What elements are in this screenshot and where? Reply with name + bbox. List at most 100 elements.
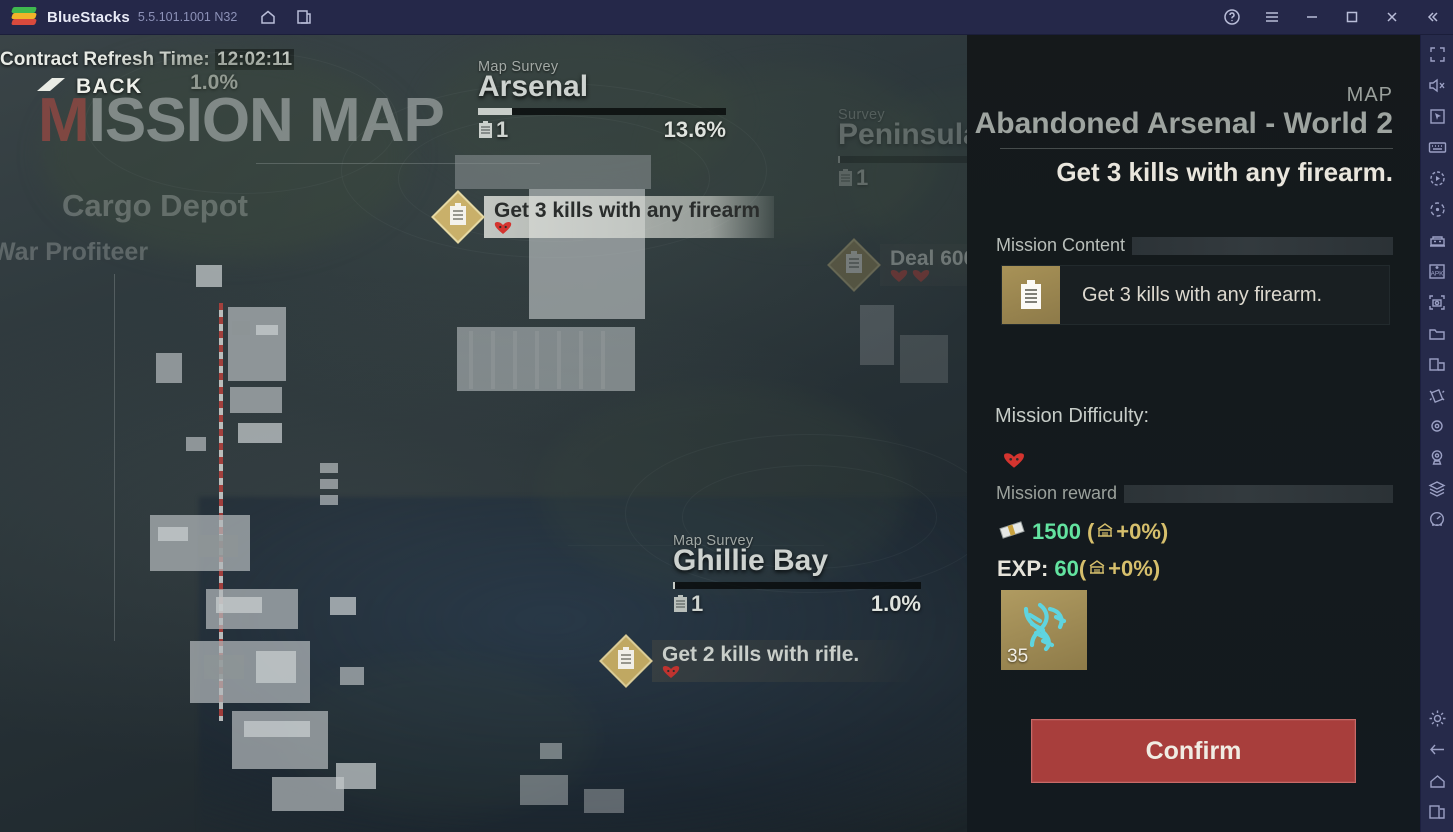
bluestacks-logo-icon [11, 7, 37, 27]
skull-icon [1004, 453, 1024, 468]
survey-kicker: Map Survey [478, 59, 559, 75]
mission-card-text: Get 3 kills with any firearm [494, 199, 761, 222]
page-title-initial: M [38, 86, 90, 155]
collapse-icon[interactable] [1417, 2, 1447, 32]
shake-icon[interactable] [1423, 380, 1452, 411]
survey-mission-count: 1 [691, 590, 704, 616]
confirm-button-label: Confirm [1145, 736, 1242, 765]
banknote-icon [999, 519, 1025, 545]
recents-nav-icon[interactable] [1423, 796, 1452, 827]
mission-card-difficulty [662, 665, 896, 679]
bluestacks-sidebar: APK [1420, 35, 1453, 832]
mission-content-label: Mission Content [996, 235, 1126, 255]
survey-progress-percent: 1.0% [870, 590, 921, 616]
performance-icon[interactable] [1423, 504, 1452, 535]
fullscreen-icon[interactable] [1423, 39, 1452, 70]
reward-item-quantity: 35 [1007, 646, 1029, 667]
mission-card-badge [599, 634, 653, 688]
reward-item-tile[interactable]: 35 [1001, 590, 1087, 670]
menu-icon[interactable] [1257, 2, 1287, 32]
survey-name: Ghillie Bay [673, 544, 829, 577]
rotate-icon[interactable] [1423, 194, 1452, 225]
mission-card-text: Get 2 kills with rifle. [662, 643, 860, 666]
survey-progress-bar [478, 107, 726, 115]
webcam-icon[interactable] [1423, 442, 1452, 473]
reward-exp-bonus-open: ( [1078, 556, 1087, 581]
macro-icon[interactable] [1423, 163, 1452, 194]
home-nav-icon[interactable] [1423, 765, 1452, 796]
reward-exp-amount: 60 [1054, 556, 1079, 581]
keyboard-icon[interactable] [1423, 132, 1452, 163]
multi-window-icon[interactable] [1423, 349, 1452, 380]
panel-kicker: MAP [1346, 84, 1393, 106]
mission-card-arsenal[interactable]: Get 3 kills with any firearm [431, 190, 775, 244]
mission-reward-header: Mission reward [996, 483, 1393, 504]
close-icon[interactable] [1377, 2, 1407, 32]
reward-exp-label: EXP: [997, 556, 1049, 581]
location-icon[interactable] [1423, 411, 1452, 442]
reward-currency-amount: 1500 [1032, 519, 1081, 544]
skull-icon [890, 270, 908, 282]
screenshot-icon[interactable] [1423, 287, 1452, 318]
mission-difficulty-skulls [1003, 452, 1025, 469]
pointer-icon[interactable] [1423, 101, 1452, 132]
mission-card-badge [431, 190, 485, 244]
titlebar: BlueStacks 5.5.101.1001 N32 [0, 0, 1453, 35]
clipboard-icon [1002, 266, 1060, 324]
svg-text:APK: APK [1431, 271, 1445, 278]
base-icon [1087, 556, 1107, 582]
home-icon[interactable] [253, 2, 283, 32]
clipboard-icon [448, 202, 468, 232]
survey-mission-count: 1 [496, 116, 509, 142]
app-name: BlueStacks [47, 8, 130, 26]
minimize-icon[interactable] [1297, 2, 1327, 32]
mission-difficulty-label: Mission Difficulty: [995, 405, 1150, 427]
panel-title: Abandoned Arsenal - World 2 [974, 107, 1393, 140]
clipboard-icon [616, 646, 636, 676]
survey-node-arsenal[interactable]: Map Survey Arsenal 1 13.6% [478, 59, 726, 143]
skull-icon [494, 222, 512, 234]
confirm-button[interactable]: Confirm [1031, 719, 1356, 783]
survey-kicker: Map Survey [673, 533, 754, 549]
mission-content-header: Mission Content [996, 235, 1393, 256]
reward-exp-bonus-value: +0%) [1108, 556, 1161, 581]
reward-currency-row: 1500 ( +0%) [999, 519, 1168, 545]
clipboard-icon [478, 120, 493, 139]
gamepad-icon[interactable] [1423, 225, 1452, 256]
maximize-icon[interactable] [1337, 2, 1367, 32]
clipboard-icon [844, 250, 864, 280]
layers-icon[interactable] [1423, 473, 1452, 504]
reward-currency-bonus-open: ( [1086, 519, 1095, 544]
back-nav-icon[interactable] [1423, 734, 1452, 765]
mute-icon[interactable] [1423, 70, 1452, 101]
skull-icon [912, 270, 930, 282]
mission-card-ghillie-bay[interactable]: Get 2 kills with rifle. [599, 634, 910, 688]
help-icon[interactable] [1217, 2, 1247, 32]
reward-currency-bonus-value: +0%) [1116, 519, 1169, 544]
base-icon [1095, 519, 1115, 545]
survey-node-ghillie-bay[interactable]: Map Survey Ghillie Bay 1 1.0% [673, 533, 921, 617]
page-title-rest: ISSION MAP [88, 86, 445, 155]
bluestacks-window: BlueStacks 5.5.101.1001 N32 BACK MISSION… [0, 0, 1453, 832]
install-apk-icon[interactable]: APK [1423, 256, 1452, 287]
mission-detail-panel: MAP Abandoned Arsenal - World 2 Get 3 ki… [967, 35, 1420, 832]
multi-instance-icon[interactable] [289, 2, 319, 32]
skull-icon [662, 666, 680, 678]
survey-progress-bar [673, 581, 921, 589]
app-version: 5.5.101.1001 N32 [137, 10, 238, 24]
mission-card-difficulty [494, 221, 760, 235]
clipboard-icon [673, 594, 688, 613]
mission-content-text: Get 3 kills with any firearm. [1082, 283, 1323, 306]
survey-name: Arsenal [478, 70, 589, 103]
mission-content-row[interactable]: Get 3 kills with any firearm. [1001, 265, 1390, 325]
survey-mission-count: 1 [856, 164, 869, 190]
panel-divider [1000, 148, 1393, 149]
media-folder-icon[interactable] [1423, 318, 1452, 349]
page-title: MISSION MAP [38, 90, 445, 152]
clipboard-icon [838, 168, 853, 187]
settings-icon[interactable] [1423, 703, 1452, 734]
panel-subtitle: Get 3 kills with any firearm. [1056, 157, 1393, 187]
survey-progress-percent: 13.6% [663, 116, 726, 142]
mission-card-badge [827, 238, 881, 292]
reward-exp-row: EXP: 60 ( +0%) [997, 556, 1160, 582]
